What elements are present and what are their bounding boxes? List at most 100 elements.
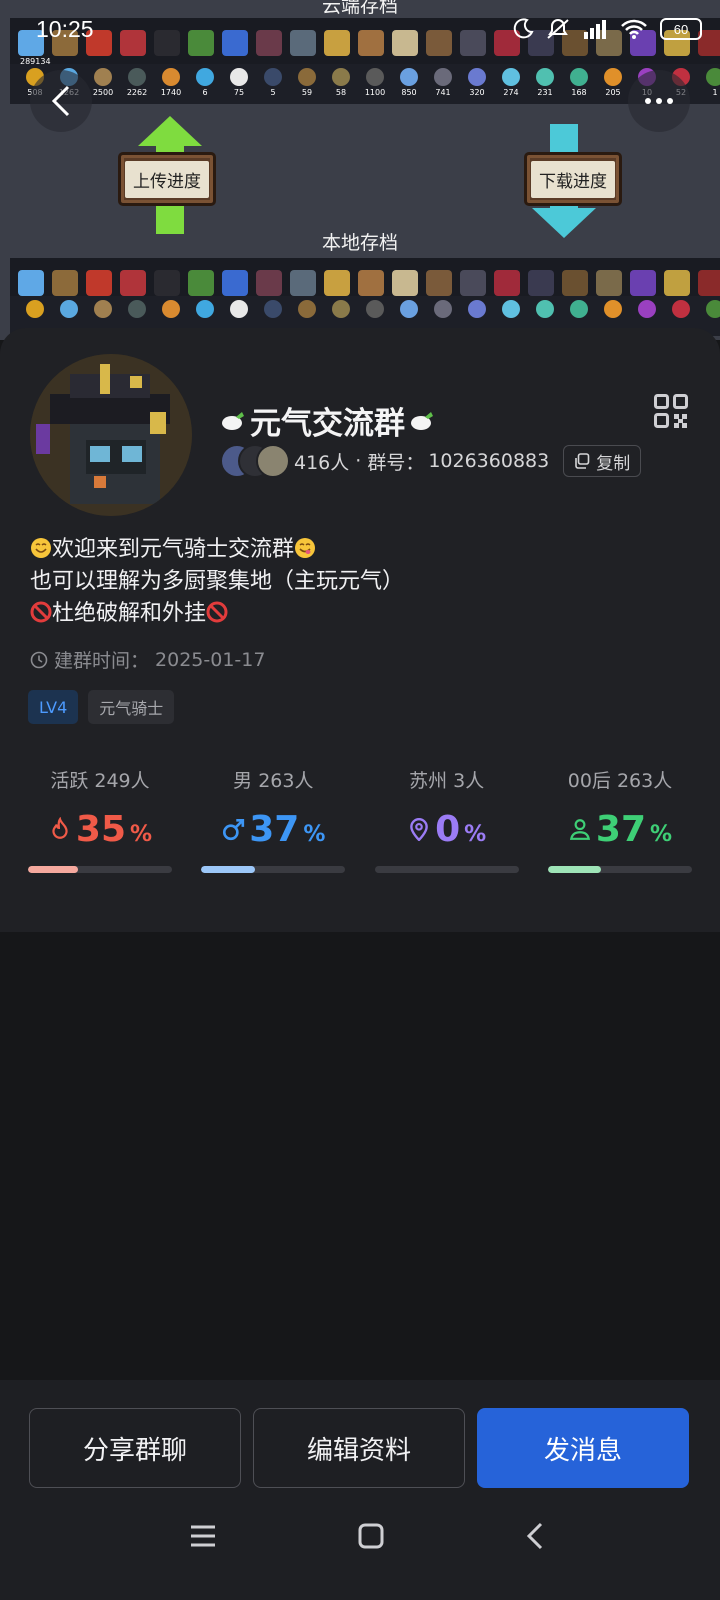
resource-icon: [298, 300, 316, 318]
resource-icon: [162, 68, 180, 86]
group-intro: 欢迎来到元气骑士交流群 也可以理解为多厨聚集地（主玩元气） 杜绝破解和外挂: [30, 534, 404, 630]
smile-emoji-icon: [31, 538, 51, 558]
resource-item: 1100: [362, 64, 388, 97]
stat-column[interactable]: 苏州 3人 0%: [374, 766, 519, 873]
resource-icon: [502, 300, 520, 318]
resource-icon: [26, 300, 44, 318]
character-sprite: [18, 270, 44, 296]
member-avatar: [256, 444, 290, 478]
resource-count: 58: [335, 88, 347, 97]
more-dot-icon: [656, 98, 662, 104]
resource-icon: [230, 300, 248, 318]
resource-icon: [196, 68, 214, 86]
resource-item: [430, 296, 456, 318]
back-button[interactable]: [30, 70, 92, 132]
resource-item: [22, 296, 48, 318]
resource-item: [90, 296, 116, 318]
level-tag[interactable]: LV4: [28, 690, 79, 724]
resource-icon: [298, 68, 316, 86]
male-icon: [223, 818, 245, 841]
created-date-row: 建群时间： 2025-01-17: [30, 646, 265, 673]
resource-icon: [400, 300, 418, 318]
back-nav-icon[interactable]: [526, 1522, 544, 1550]
resource-icon: [366, 300, 384, 318]
member-avatar-stack[interactable]: [220, 444, 294, 478]
character-sprite: [494, 270, 520, 296]
edit-profile-button[interactable]: 编辑资料: [253, 1408, 465, 1488]
resource-count: 274: [503, 88, 519, 97]
resource-icon: [536, 68, 554, 86]
more-options-button[interactable]: [628, 70, 690, 132]
send-message-button[interactable]: 发消息: [477, 1408, 689, 1488]
stat-percent-unit: %: [464, 821, 487, 847]
stat-percent-unit: %: [130, 821, 153, 847]
upload-progress-button: 上传进度: [118, 152, 216, 206]
clock-icon: [30, 651, 48, 668]
resource-count: 59: [301, 88, 313, 97]
category-tag[interactable]: 元气骑士: [88, 690, 175, 724]
resource-count: 205: [605, 88, 621, 97]
menu-icon[interactable]: [190, 1525, 216, 1547]
stat-column[interactable]: 男 263人 37%: [201, 766, 346, 873]
download-progress-label: 下载进度: [531, 160, 615, 198]
stat-progress-bar: [547, 866, 692, 873]
group-avatar[interactable]: [30, 354, 192, 516]
character-sprite: [630, 270, 656, 296]
stat-column[interactable]: 00后 263人 37%: [547, 766, 692, 873]
resource-count: 2500: [92, 88, 114, 97]
yum-emoji-icon: [295, 538, 316, 558]
resource-icon: [94, 300, 112, 318]
resource-item: 741: [430, 64, 456, 97]
qr-code-icon[interactable]: [654, 394, 688, 428]
character-sprite: [324, 270, 350, 296]
resource-item: [158, 296, 184, 318]
resource-icon: [162, 300, 180, 318]
created-date: 2025-01-17: [155, 648, 266, 671]
resource-item: [464, 296, 490, 318]
character-sprite: [86, 270, 112, 296]
resource-icon: [128, 68, 146, 86]
intro-line-1: 欢迎来到元气骑士交流群: [30, 534, 404, 566]
stat-value: 0%: [407, 806, 486, 852]
status-bar: 10:25 60: [0, 0, 720, 60]
resource-icon: [366, 68, 384, 86]
resource-icon: [128, 300, 146, 318]
resource-item: 2262: [124, 64, 150, 97]
resource-item: [396, 296, 422, 318]
stat-value: 37%: [568, 806, 672, 852]
person-icon: [569, 819, 590, 840]
local-save-title: 本地存档: [321, 232, 398, 254]
home-icon[interactable]: [358, 1523, 384, 1549]
resource-icon: [706, 300, 720, 318]
resource-item: [668, 296, 694, 318]
stat-label: 男 263人: [233, 770, 314, 792]
resource-item: 1: [702, 64, 720, 97]
location-pin-icon: [410, 818, 428, 841]
resource-item: 1740: [158, 64, 184, 97]
resource-icon: [604, 300, 622, 318]
resource-item: 6: [192, 64, 218, 97]
share-group-button[interactable]: 分享群聊: [29, 1408, 241, 1488]
intro-line-3-text: 杜绝破解和外挂: [52, 601, 207, 626]
copy-group-id-button[interactable]: 复制: [563, 445, 642, 477]
cloud-item-row: 5081262250022621740675559581100850741320…: [10, 64, 720, 104]
resource-item: 320: [464, 64, 490, 97]
resource-count: 320: [469, 88, 485, 97]
stat-column[interactable]: 活跃 249人 35%: [28, 766, 172, 873]
stat-progress-bar: [28, 866, 172, 873]
more-dot-icon: [645, 98, 651, 104]
character-sprite: [154, 270, 180, 296]
intro-line-3: 杜绝破解和外挂: [30, 598, 404, 630]
resource-item: [634, 296, 660, 318]
resource-item: [498, 296, 524, 318]
resource-icon: [400, 68, 418, 86]
chevron-left-icon: [51, 85, 70, 117]
resource-item: 75: [226, 64, 252, 97]
meta-separator: ·: [355, 450, 362, 472]
resource-item: [362, 296, 388, 318]
character-sprite: [528, 270, 554, 296]
resource-icon: [468, 68, 486, 86]
stat-progress-bar: [201, 866, 346, 873]
stat-value: 35%: [48, 806, 152, 852]
group-name: 元气交流群: [220, 398, 435, 443]
